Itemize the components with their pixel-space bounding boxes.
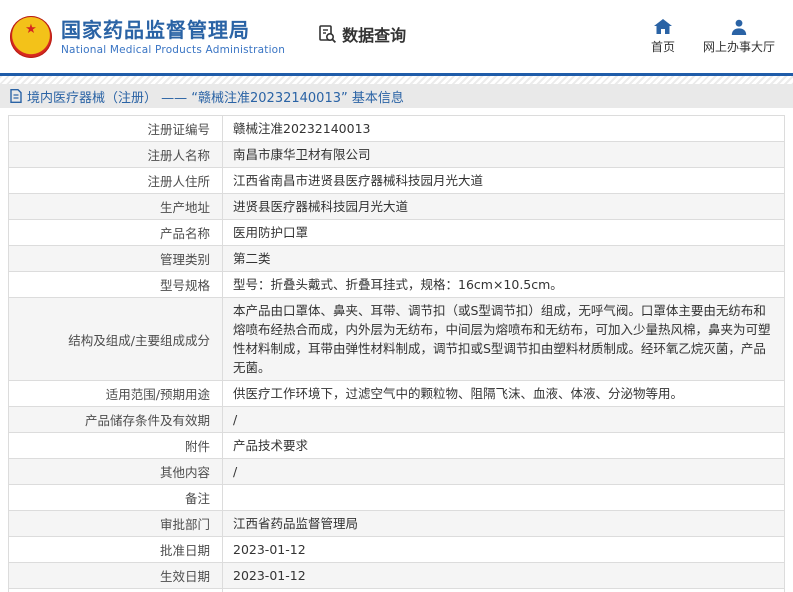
table-row: 注册人住所 江西省南昌市进贤县医疗器械科技园月光大道 bbox=[8, 167, 785, 194]
row-value: 江西省南昌市进贤县医疗器械科技园月光大道 bbox=[222, 167, 785, 194]
row-value: 供医疗工作环境下，过滤空气中的颗粒物、阻隔飞沫、血液、体液、分泌物等用。 bbox=[222, 380, 785, 407]
row-label: 有效期至 bbox=[8, 588, 223, 592]
row-label: 管理类别 bbox=[8, 245, 223, 272]
user-icon bbox=[731, 19, 747, 35]
table-row: 产品名称 医用防护口罩 bbox=[8, 219, 785, 246]
row-value: 2023-01-12 bbox=[222, 536, 785, 563]
info-table-body: 注册证编号 赣械注准20232140013 注册人名称 南昌市康华卫材有限公司 注册人住… bbox=[8, 115, 785, 592]
table-row: 产品储存条件及有效期 / bbox=[8, 406, 785, 433]
page-title: 境内医疗器械（注册） —— “赣械注准20232140013” 基本信息 bbox=[27, 90, 404, 106]
nav-service-hall-label: 网上办事大厅 bbox=[702, 39, 775, 54]
row-label: 生效日期 bbox=[8, 562, 223, 589]
row-label: 备注 bbox=[8, 484, 223, 511]
national-emblem-logo[interactable]: ★ bbox=[10, 15, 52, 58]
table-row: 适用范围/预期用途 供医疗工作环境下，过滤空气中的颗粒物、阻隔飞沫、血液、体液、分… bbox=[8, 380, 785, 407]
doc-search-icon bbox=[319, 24, 337, 43]
nav-service-hall[interactable]: 网上办事大厅 bbox=[703, 19, 775, 55]
row-label: 注册证编号 bbox=[8, 115, 223, 142]
row-label: 附件 bbox=[8, 432, 223, 459]
data-query-label: 数据查询 bbox=[342, 25, 407, 45]
row-label: 适用范围/预期用途 bbox=[8, 380, 223, 407]
row-value: 2028-01-11 bbox=[222, 588, 785, 592]
table-row: 备注 bbox=[8, 484, 785, 511]
row-label: 注册人名称 bbox=[8, 141, 223, 168]
row-value: 2023-01-12 bbox=[222, 562, 785, 589]
table-row: 其他内容 / bbox=[8, 458, 785, 485]
row-label: 审批部门 bbox=[8, 510, 223, 537]
page-title-bar: 境内医疗器械（注册） —— “赣械注准20232140013” 基本信息 bbox=[0, 84, 793, 108]
site-subtitle: National Medical Products Administration bbox=[61, 43, 286, 56]
site-header: ★ 国家药品监督管理局 National Medical Products Ad… bbox=[0, 0, 793, 73]
table-row: 生效日期 2023-01-12 bbox=[8, 562, 785, 589]
nav-home-label: 首页 bbox=[650, 39, 675, 54]
registration-info-table: 注册证编号 赣械注准20232140013 注册人名称 南昌市康华卫材有限公司 注册人住… bbox=[8, 115, 785, 592]
row-label: 其他内容 bbox=[8, 458, 223, 485]
row-label: 批准日期 bbox=[8, 536, 223, 563]
row-value: 赣械注准20232140013 bbox=[222, 115, 785, 142]
row-label: 生产地址 bbox=[8, 193, 223, 220]
row-label: 型号规格 bbox=[8, 271, 223, 298]
row-value: / bbox=[222, 458, 785, 485]
table-row: 管理类别 第二类 bbox=[8, 245, 785, 272]
row-label: 注册人住所 bbox=[8, 167, 223, 194]
table-row: 注册证编号 赣械注准20232140013 bbox=[8, 115, 785, 142]
row-value: 型号：折叠头戴式、折叠耳挂式，规格：16cm×10.5cm。 bbox=[222, 271, 785, 298]
row-value: 医用防护口罩 bbox=[222, 219, 785, 246]
row-label: 产品储存条件及有效期 bbox=[8, 406, 223, 433]
row-value: 江西省药品监督管理局 bbox=[222, 510, 785, 537]
row-value: 进贤县医疗器械科技园月光大道 bbox=[222, 193, 785, 220]
row-value: 产品技术要求 bbox=[222, 432, 785, 459]
data-query-tab[interactable]: 数据查询 bbox=[317, 22, 406, 46]
table-row: 附件 产品技术要求 bbox=[8, 432, 785, 459]
hatch-texture bbox=[0, 76, 793, 84]
row-value: / bbox=[222, 406, 785, 433]
header-nav: 首页 网上办事大厅 bbox=[650, 18, 775, 55]
row-value bbox=[222, 484, 785, 511]
table-row: 生产地址 进贤县医疗器械科技园月光大道 bbox=[8, 193, 785, 220]
table-row: 注册人名称 南昌市康华卫材有限公司 bbox=[8, 141, 785, 168]
row-value: 南昌市康华卫材有限公司 bbox=[222, 141, 785, 168]
table-row: 审批部门 江西省药品监督管理局 bbox=[8, 510, 785, 537]
site-title: 国家药品监督管理局 bbox=[61, 17, 250, 42]
row-value: 第二类 bbox=[222, 245, 785, 272]
site-brand[interactable]: 国家药品监督管理局 National Medical Products Admi… bbox=[61, 18, 285, 56]
row-label: 产品名称 bbox=[8, 219, 223, 246]
document-icon bbox=[10, 89, 22, 103]
star-icon: ★ bbox=[25, 21, 37, 37]
table-row: 批准日期 2023-01-12 bbox=[8, 536, 785, 563]
nav-home[interactable]: 首页 bbox=[650, 18, 675, 55]
row-label: 结构及组成/主要组成成分 bbox=[8, 297, 223, 381]
table-row: 结构及组成/主要组成成分 本产品由口罩体、鼻夹、耳带、调节扣（或S型调节扣）组成，… bbox=[8, 297, 785, 381]
table-row: 有效期至2028-01-11 bbox=[8, 588, 785, 592]
table-row: 型号规格 型号：折叠头戴式、折叠耳挂式，规格：16cm×10.5cm。 bbox=[8, 271, 785, 298]
home-icon bbox=[653, 18, 672, 34]
row-value: 本产品由口罩体、鼻夹、耳带、调节扣（或S型调节扣）组成，无呼气阀。口罩体主要由无… bbox=[222, 297, 785, 381]
